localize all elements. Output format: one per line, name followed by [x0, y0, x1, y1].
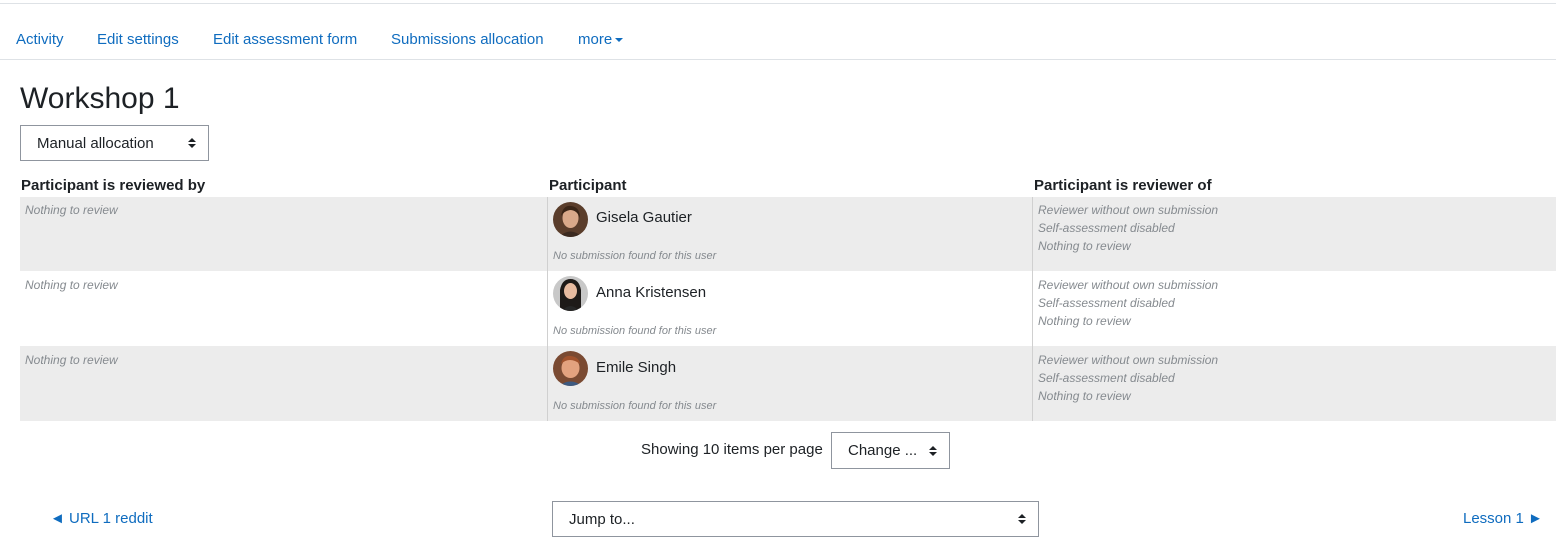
avatar[interactable] — [553, 202, 588, 237]
user-photo-icon — [553, 351, 588, 386]
select-arrows-icon — [929, 445, 937, 456]
column-divider — [1032, 197, 1033, 271]
reviewer-status-line: Reviewer without own submission — [1038, 278, 1219, 292]
previous-activity-link[interactable]: ◄ URL 1 reddit — [50, 510, 153, 527]
reviewer-status-line: Nothing to review — [1038, 389, 1131, 403]
submission-status: No submission found for this user — [553, 250, 717, 262]
table-row: Nothing to review Anna Kristensen No sub… — [20, 271, 1556, 346]
select-arrows-icon — [1018, 514, 1026, 524]
top-divider — [0, 3, 1556, 4]
per-page-select-value: Change ... — [848, 442, 918, 459]
submission-status: No submission found for this user — [553, 400, 717, 412]
caret-down-icon — [615, 38, 624, 43]
allocation-method-value: Manual allocation — [37, 134, 154, 152]
table-row: Nothing to review Emile Singh No submiss… — [20, 346, 1556, 421]
per-page-select[interactable]: Change ... — [831, 432, 950, 469]
column-divider — [1032, 271, 1033, 346]
nav-edit-assessment-form-link[interactable]: Edit assessment form — [213, 31, 357, 48]
reviewer-status-line: Reviewer without own submission — [1038, 353, 1219, 367]
reviewer-status-line: Self-assessment disabled — [1038, 296, 1175, 310]
reviewer-of-status-list: Reviewer without own submission Self-ass… — [1038, 351, 1218, 405]
participant-name: Emile Singh — [596, 359, 677, 376]
nav-edit-settings-link[interactable]: Edit settings — [97, 31, 179, 48]
table-row: Nothing to review Gisela Gautier No subm… — [20, 197, 1556, 271]
reviewer-status-line: Self-assessment disabled — [1038, 371, 1175, 385]
select-arrows-icon — [188, 138, 196, 148]
reviewer-status-line: Reviewer without own submission — [1038, 203, 1219, 217]
user-photo-icon — [553, 202, 588, 237]
nav-activity-link[interactable]: Activity — [16, 31, 64, 48]
column-divider — [1032, 346, 1033, 421]
nav-submissions-allocation-link[interactable]: Submissions allocation — [391, 31, 544, 48]
next-activity-link[interactable]: Lesson 1 ► — [1463, 510, 1543, 527]
submission-status: No submission found for this user — [553, 325, 717, 337]
reviewer-status-line: Self-assessment disabled — [1038, 221, 1175, 235]
avatar[interactable] — [553, 351, 588, 386]
nav-more-menu[interactable]: more — [578, 31, 624, 48]
jump-to-select[interactable]: Jump to... — [552, 501, 1039, 537]
column-divider — [547, 271, 548, 346]
participant-name: Anna Kristensen — [596, 284, 707, 301]
jump-to-select-value: Jump to... — [569, 510, 635, 528]
reviewer-status-line: Nothing to review — [1038, 239, 1131, 253]
column-header-reviewed-by: Participant is reviewed by — [21, 177, 206, 194]
participant-name: Gisela Gautier — [596, 209, 692, 226]
nav-more-label: more — [578, 31, 613, 48]
user-photo-icon — [553, 276, 588, 311]
avatar[interactable] — [553, 276, 588, 311]
column-header-reviewer-of: Participant is reviewer of — [1034, 177, 1212, 194]
page-title: Workshop 1 — [20, 82, 180, 115]
reviewed-by-status: Nothing to review — [25, 353, 118, 367]
reviewed-by-status: Nothing to review — [25, 278, 118, 292]
secondary-navigation: Activity Edit settings Edit assessment f… — [0, 20, 1556, 60]
column-divider — [547, 346, 548, 421]
allocation-method-select[interactable]: Manual allocation — [20, 125, 209, 161]
column-header-participant: Participant — [549, 177, 627, 194]
reviewer-status-line: Nothing to review — [1038, 314, 1131, 328]
column-divider — [547, 197, 548, 271]
reviewed-by-status: Nothing to review — [25, 203, 118, 217]
reviewer-of-status-list: Reviewer without own submission Self-ass… — [1038, 276, 1218, 330]
per-page-label: Showing 10 items per page — [641, 441, 823, 458]
reviewer-of-status-list: Reviewer without own submission Self-ass… — [1038, 201, 1218, 255]
